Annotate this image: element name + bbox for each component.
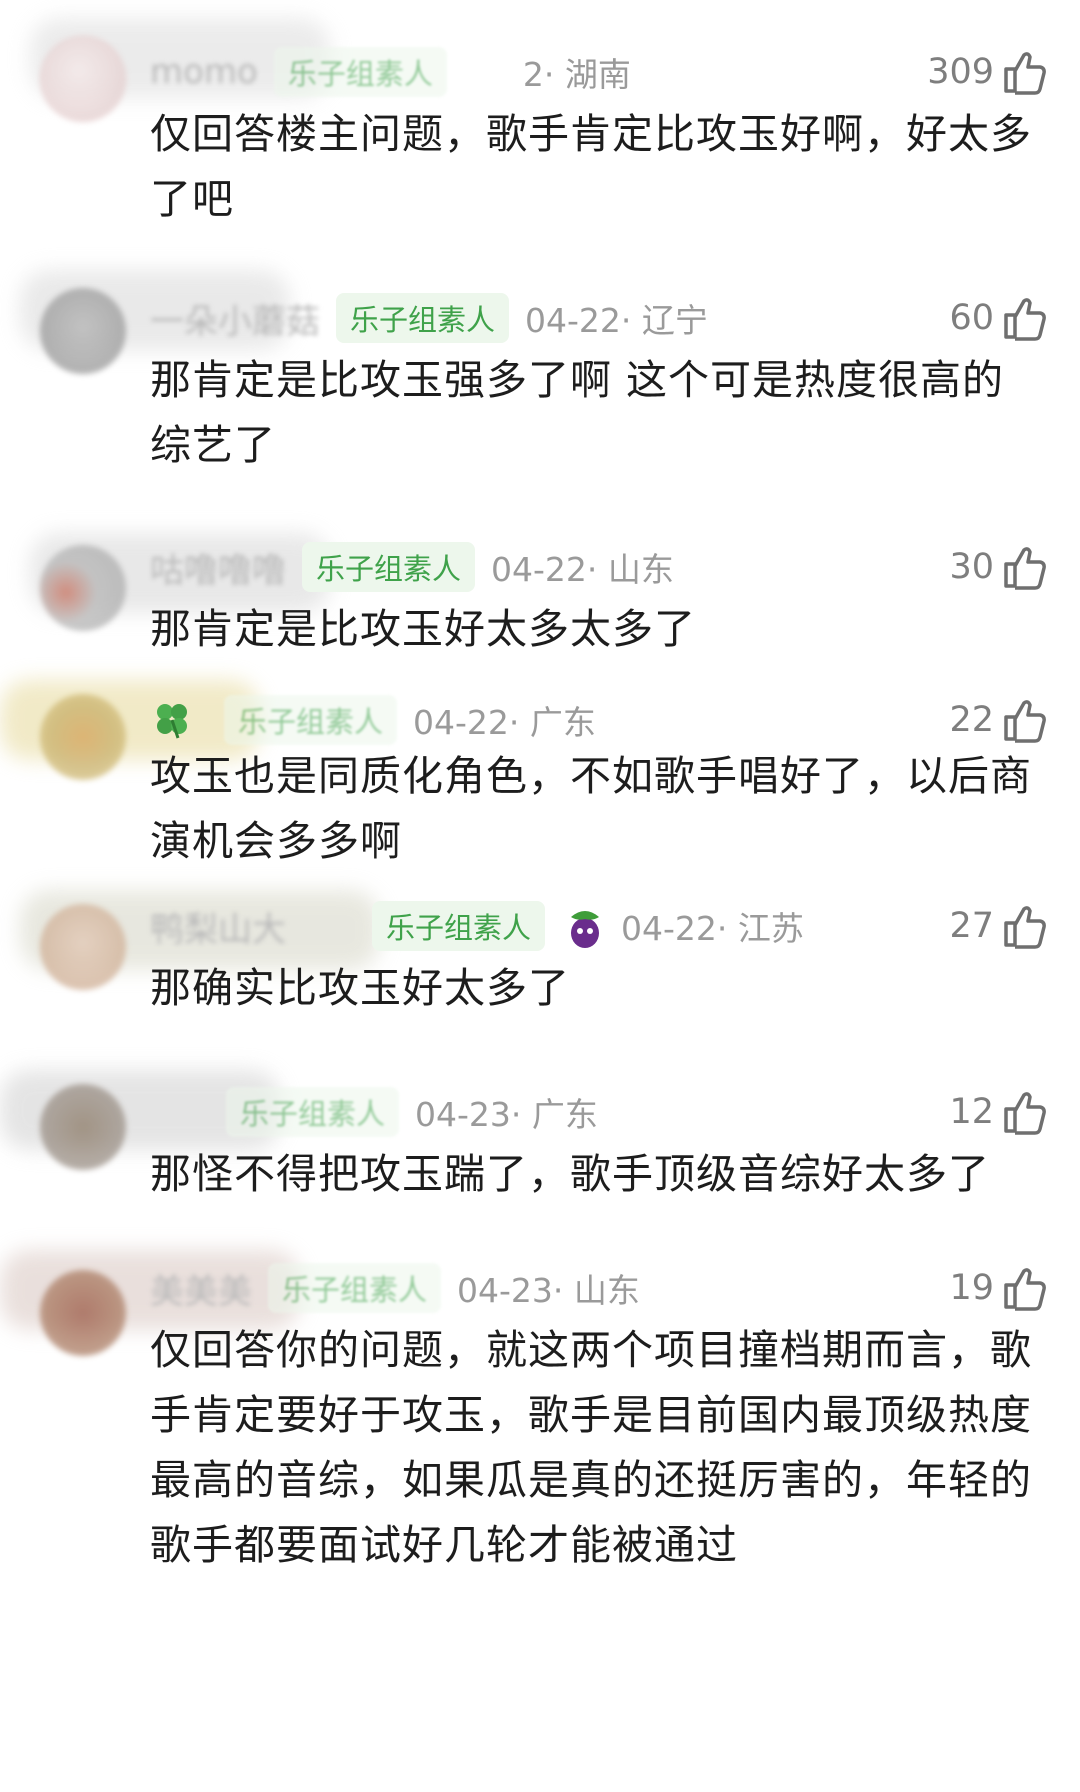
comment-text: 攻玉也是同质化角色，不如歌手唱好了，以后商演机会多多啊: [150, 752, 1032, 865]
avatar[interactable]: [40, 694, 126, 780]
like-count: 30: [949, 547, 994, 587]
like-button[interactable]: 60: [949, 288, 1046, 348]
thumbs-up-icon: [1004, 52, 1046, 95]
comment-item: 鸭梨山大 乐子组素人 04-22· 江苏 27 那确实比攻玉好太多了: [0, 880, 1080, 1040]
comment-item: 一朵小蘑菇 乐子组素人 04-22· 辽宁 60 那肯定是比攻玉强多了啊 这个可…: [0, 250, 1080, 490]
eggplant-emoji-icon: [571, 911, 600, 948]
username[interactable]: 美美美: [150, 1264, 252, 1313]
user-badge: 乐子组素人: [336, 293, 510, 343]
avatar[interactable]: [40, 545, 126, 631]
thumbs-up-icon: [1004, 547, 1046, 590]
time-location: 04-22· 广东: [413, 703, 596, 742]
time-location: 04-23· 山东: [457, 1271, 640, 1310]
time-location: 04-22· 辽宁: [525, 301, 708, 340]
thumbs-up-icon: [1004, 700, 1046, 743]
time-location: 04-22· 江苏: [621, 909, 804, 948]
username[interactable]: 鸭梨山大: [150, 902, 286, 951]
user-badge: 乐子组素人: [224, 695, 398, 745]
comment-item: 美美美 乐子组素人 04-23· 山东 19 仅回答你的问题，就这两个项目撞档期…: [0, 1240, 1080, 1792]
username[interactable]: 咕噜噜噜: [150, 543, 286, 592]
like-count: 12: [949, 1092, 994, 1132]
like-button[interactable]: 22: [949, 690, 1046, 750]
time-location: 04-22· 山东: [491, 550, 674, 589]
user-badge: 乐子组素人: [226, 1087, 400, 1137]
time-location: 04-23· 广东: [415, 1095, 598, 1134]
user-badge: 乐子组素人: [268, 1263, 442, 1313]
thumbs-up-icon: [1004, 1092, 1046, 1135]
like-button[interactable]: 30: [949, 537, 1046, 597]
avatar[interactable]: [40, 288, 126, 374]
comment-text: 那怪不得把攻玉踹了，歌手顶级音综好太多了: [150, 1150, 990, 1198]
like-button[interactable]: 27: [949, 896, 1046, 956]
comment-text: 那肯定是比攻玉好太多太多了: [150, 605, 696, 653]
comment-item: 咕噜噜噜 乐子组素人 04-22· 山东 30 那肯定是比攻玉好太多太多了: [0, 525, 1080, 665]
user-badge: 乐子组素人: [273, 47, 447, 97]
user-badge: 乐子组素人: [372, 901, 546, 951]
thumbs-up-icon: [1004, 906, 1046, 949]
comment-text: 仅回答你的问题，就这两个项目撞档期而言，歌手肯定要好于攻玉，歌手是目前国内最顶级…: [150, 1326, 1032, 1569]
username[interactable]: momo: [150, 52, 258, 92]
comment-item: momo 乐子组素人 2· 湖南 309 仅回答楼主问题，歌手肯定比攻玉好啊，好…: [0, 0, 1080, 240]
thumbs-up-icon: [1004, 1268, 1046, 1311]
avatar[interactable]: [40, 904, 126, 990]
avatar[interactable]: [40, 1084, 126, 1170]
like-count: 27: [949, 906, 994, 946]
avatar[interactable]: [40, 1270, 126, 1356]
like-count: 19: [949, 1268, 994, 1308]
comment-item: 乐子组素人 04-23· 广东 12 那怪不得把攻玉踹了，歌手顶级音综好太多了: [0, 1060, 1080, 1220]
comment-text: 那确实比攻玉好太多了: [150, 964, 570, 1012]
time-location: 2· 湖南: [522, 55, 631, 94]
username[interactable]: 一朵小蘑菇: [150, 294, 320, 343]
user-badge: 乐子组素人: [302, 542, 476, 592]
like-count: 309: [927, 52, 994, 92]
like-button[interactable]: 19: [949, 1258, 1046, 1318]
comment-feed: momo 乐子组素人 2· 湖南 309 仅回答楼主问题，歌手肯定比攻玉好啊，好…: [0, 0, 1080, 1792]
like-button[interactable]: 309: [927, 42, 1046, 102]
comment-item: 乐子组素人 04-22· 广东 22 攻玉也是同质化角色，不如歌手唱好了，以后商…: [0, 670, 1080, 870]
comment-text: 那肯定是比攻玉强多了啊 这个可是热度很高的综艺了: [150, 356, 1005, 469]
like-button[interactable]: 12: [949, 1082, 1046, 1142]
like-count: 22: [949, 700, 994, 740]
like-count: 60: [949, 298, 994, 338]
four-leaf-clover-icon: [157, 704, 187, 739]
avatar[interactable]: [40, 36, 126, 122]
thumbs-up-icon: [1004, 298, 1046, 341]
comment-text: 仅回答楼主问题，歌手肯定比攻玉好啊，好太多了吧: [150, 110, 1032, 223]
